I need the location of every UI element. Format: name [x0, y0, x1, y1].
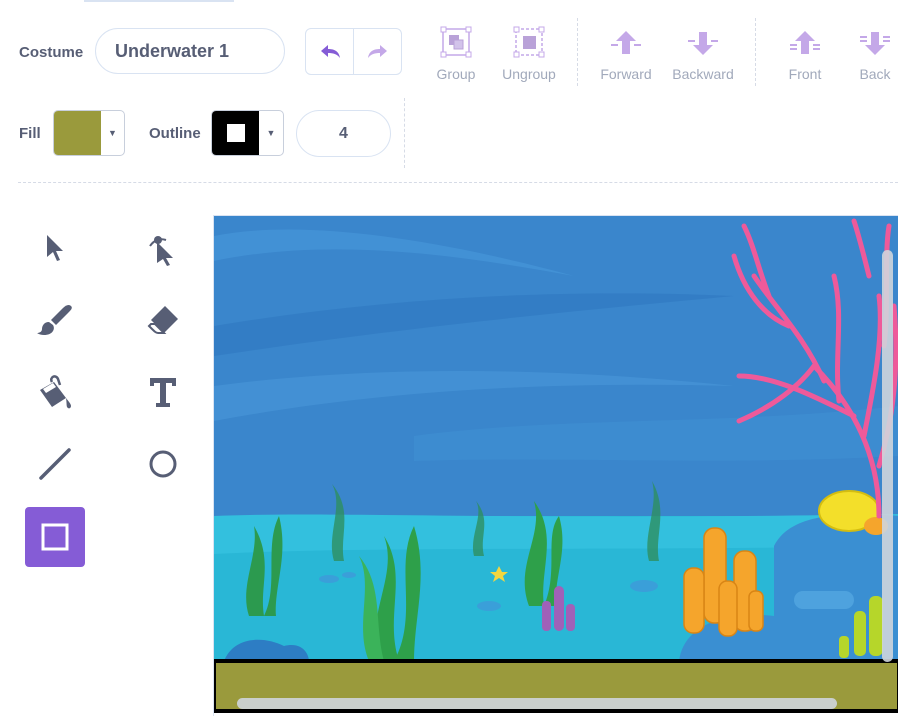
front-label: Front	[788, 66, 822, 82]
line-icon	[39, 448, 71, 480]
line-tool[interactable]	[25, 434, 85, 494]
dropdown-arrow-icon: ▼	[108, 128, 117, 138]
reshape-tool[interactable]	[133, 218, 193, 278]
group-button[interactable]: Group	[430, 24, 482, 82]
costume-name-input[interactable]: Underwater 1	[95, 28, 285, 74]
arrow-cursor-icon	[47, 235, 63, 261]
back-icon	[860, 32, 890, 55]
outline-color-swatch	[212, 111, 259, 155]
redo-button[interactable]	[353, 29, 401, 74]
eraser-tool[interactable]	[133, 290, 193, 350]
brush-tool[interactable]	[25, 290, 85, 350]
costume-label: Costume	[19, 44, 84, 61]
tab-indicator	[84, 0, 234, 2]
fill-color-swatch	[54, 111, 101, 155]
backward-icon	[688, 32, 718, 55]
group-icon	[440, 26, 472, 58]
fill-tool[interactable]	[25, 362, 85, 422]
outline-width-input[interactable]: 4	[296, 110, 391, 157]
horizontal-scrollbar[interactable]	[237, 698, 837, 709]
rectangle-tool[interactable]	[25, 507, 85, 567]
backward-label: Backward	[672, 66, 734, 82]
reshape-icon	[149, 236, 173, 266]
toolbar-divider	[18, 182, 898, 183]
undo-redo-group	[305, 28, 402, 75]
divider	[404, 98, 405, 168]
text-icon	[150, 378, 176, 407]
front-button[interactable]: Front	[778, 24, 832, 82]
undo-icon	[320, 44, 340, 58]
ungroup-button[interactable]: Ungroup	[498, 24, 560, 82]
vertical-scrollbar[interactable]	[882, 250, 893, 662]
divider	[755, 18, 756, 86]
ungroup-icon	[513, 26, 545, 58]
group-label: Group	[436, 66, 476, 82]
undo-button[interactable]	[306, 29, 353, 74]
forward-label: Forward	[600, 66, 652, 82]
text-tool[interactable]	[133, 362, 193, 422]
divider	[577, 18, 578, 86]
circle-icon	[149, 450, 177, 478]
paint-bucket-icon	[40, 375, 71, 409]
redo-icon	[367, 44, 387, 58]
forward-icon	[611, 31, 641, 54]
fill-color-picker[interactable]: ▼	[53, 110, 125, 156]
outline-color-picker[interactable]: ▼	[211, 110, 284, 156]
ungroup-label: Ungroup	[502, 66, 556, 82]
circle-tool[interactable]	[133, 434, 193, 494]
back-label: Back	[859, 66, 891, 82]
forward-button[interactable]: Forward	[596, 24, 656, 82]
outline-label: Outline	[149, 125, 201, 142]
eraser-icon	[147, 306, 178, 334]
underwater-backdrop	[214, 216, 898, 713]
back-button[interactable]: Back	[852, 24, 898, 82]
select-tool[interactable]	[25, 218, 85, 278]
backward-button[interactable]: Backward	[668, 24, 738, 82]
drawing-canvas[interactable]	[213, 215, 898, 716]
fill-label: Fill	[19, 125, 41, 142]
paint-editor: Costume Underwater 1 Group Ungroup Forwa…	[0, 0, 898, 720]
front-icon	[790, 31, 820, 54]
dropdown-arrow-icon: ▼	[266, 128, 276, 138]
rectangle-icon	[41, 523, 69, 551]
brush-icon	[37, 304, 72, 336]
